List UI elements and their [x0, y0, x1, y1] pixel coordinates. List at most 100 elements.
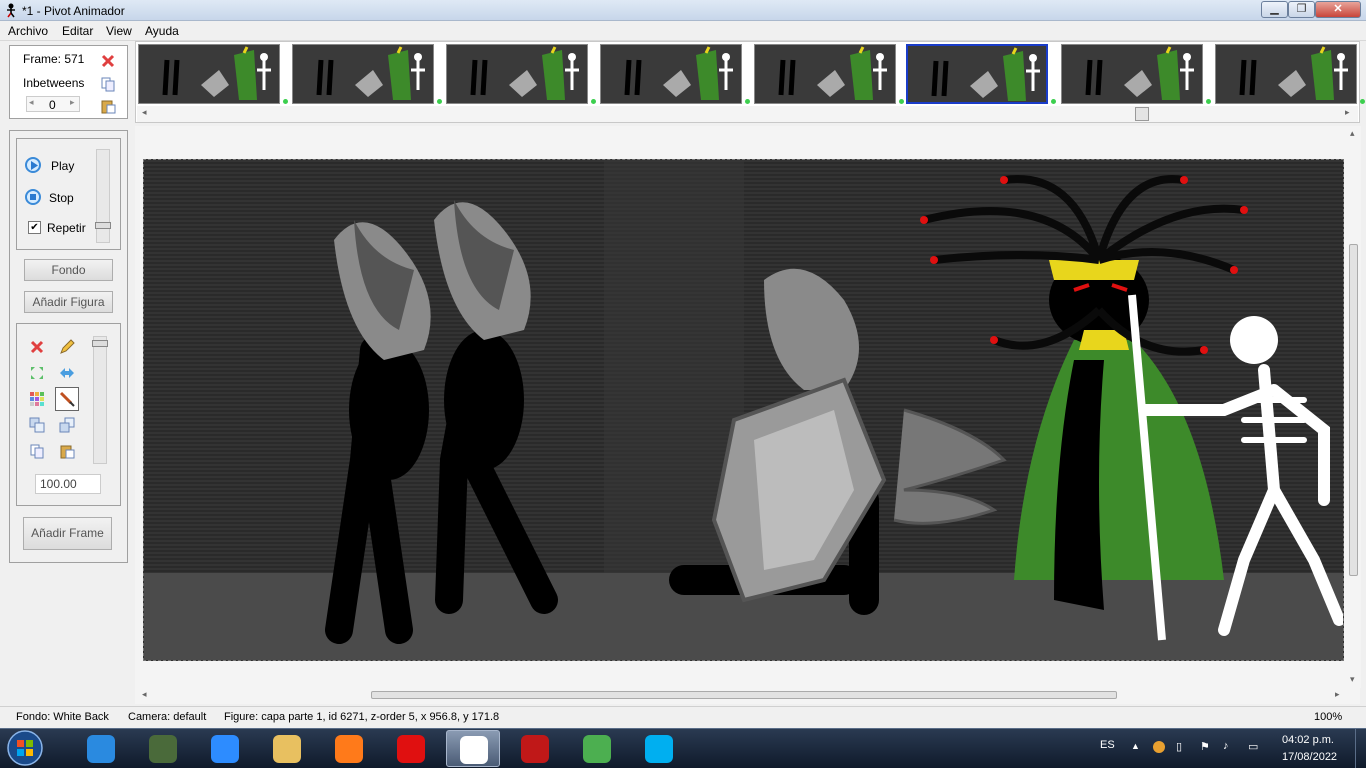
fondo-button[interactable]: Fondo [24, 259, 113, 281]
frame-thumbnail[interactable] [138, 44, 280, 104]
scroll-left-icon[interactable]: ◂ [142, 107, 147, 118]
taskbar-flash[interactable] [508, 730, 562, 767]
tray-expand-icon[interactable]: ▲ [1131, 741, 1140, 751]
frame-thumbnail[interactable] [600, 44, 742, 104]
frame-thumbnail[interactable] [1215, 44, 1357, 104]
paste-frame-icon[interactable] [100, 98, 116, 114]
add-figure-button[interactable]: Añadir Figura [24, 291, 113, 313]
opera-icon [397, 735, 425, 763]
tools-panel: 100.00 [16, 323, 121, 506]
frame-thumbnail[interactable] [906, 44, 1048, 104]
edit-pencil-icon[interactable] [59, 339, 75, 355]
taskbar-file-explorer[interactable] [260, 730, 314, 767]
canvas-vscroll-thumb[interactable] [1349, 244, 1358, 576]
taskbar-firefox[interactable] [322, 730, 376, 767]
minimize-button[interactable]: ▁ [1261, 1, 1288, 18]
filmstrip-scroll-thumb[interactable] [1135, 107, 1149, 121]
clock-time[interactable]: 04:02 p.m. [1282, 734, 1334, 746]
frame-panel: Frame: 571 Inbetweens ◂ 0 ▸ [9, 45, 128, 119]
taskbar-skype[interactable] [632, 730, 686, 767]
frame-number-label: Frame: 571 [23, 52, 85, 66]
canvas-hscroll-thumb[interactable] [371, 691, 1117, 699]
paste-figure-icon[interactable] [59, 443, 75, 459]
maximize-button[interactable]: ❐ [1288, 1, 1315, 18]
frame-key-indicator [283, 99, 288, 104]
tray-app-icon[interactable] [1153, 741, 1165, 753]
internet-explorer-icon [87, 735, 115, 763]
menu-editar[interactable]: Editar [60, 24, 95, 38]
taskbar-pivot-animator[interactable] [446, 730, 500, 767]
tray-clipboard-icon[interactable]: ▯ [1176, 740, 1182, 753]
scene [144, 160, 1343, 660]
status-figure: Figure: capa parte 1, id 6271, z-order 5… [224, 711, 500, 723]
show-desktop-button[interactable] [1355, 729, 1366, 768]
spinner-down-icon[interactable]: ◂ [29, 97, 34, 108]
frame-thumbnail[interactable] [754, 44, 896, 104]
zoom-icon [211, 735, 239, 763]
close-button[interactable]: ✕ [1315, 1, 1361, 18]
canvas-scroll-left-icon[interactable]: ◂ [142, 689, 147, 700]
speed-slider-thumb[interactable] [95, 222, 111, 229]
flag-icon[interactable]: ⚑ [1200, 740, 1210, 753]
frame-thumbnail[interactable] [446, 44, 588, 104]
figure-scale-slider[interactable] [92, 336, 108, 464]
status-zoom: 100% [1314, 711, 1343, 723]
scroll-right-icon[interactable]: ▸ [1345, 107, 1350, 118]
scale-value-field[interactable]: 100.00 [35, 474, 101, 494]
canvas-horizontal-scrollbar[interactable]: ◂ ▸ [137, 689, 1345, 703]
title-bar: *1 - Pivot Animador ▁ ❐ ✕ [0, 0, 1366, 21]
play-label[interactable]: Play [51, 159, 74, 173]
stop-label[interactable]: Stop [49, 191, 74, 205]
speed-slider[interactable] [95, 149, 111, 243]
delete-frame-icon[interactable] [100, 53, 116, 69]
frame-key-indicator [437, 99, 442, 104]
spinner-up-icon[interactable]: ▸ [70, 97, 75, 108]
inbetweens-label: Inbetweens [23, 76, 85, 90]
inbetweens-spinner[interactable]: ◂ 0 ▸ [26, 96, 80, 112]
repeat-label[interactable]: Repetir [47, 221, 86, 235]
taskbar-chrome[interactable] [570, 730, 624, 767]
menu-ayuda[interactable]: Ayuda [143, 24, 181, 38]
scale-arrows-icon[interactable] [29, 365, 45, 381]
frame-thumbnail[interactable] [292, 44, 434, 104]
canvas-scroll-down-icon[interactable]: ▾ [1350, 674, 1355, 685]
send-back-icon[interactable] [59, 417, 75, 433]
figure-scale-thumb[interactable] [92, 340, 108, 347]
canvas-vertical-scrollbar[interactable]: ▴ ▾ [1347, 126, 1361, 688]
canvas-scroll-up-icon[interactable]: ▴ [1350, 128, 1355, 139]
flip-arrow-icon[interactable] [59, 365, 75, 381]
clock-date[interactable]: 17/08/2022 [1282, 751, 1337, 763]
skype-icon [645, 735, 673, 763]
frame-key-indicator [1051, 99, 1056, 104]
copy-frame-icon[interactable] [100, 76, 116, 92]
canvas-scroll-right-icon[interactable]: ▸ [1335, 689, 1340, 700]
menu-archivo[interactable]: Archivo [6, 24, 50, 38]
add-frame-button[interactable]: Añadir Frame [23, 517, 112, 550]
start-orb-icon[interactable] [5, 729, 45, 767]
color-palette-icon[interactable] [29, 391, 45, 407]
taskbar-zoom[interactable] [198, 730, 252, 767]
filmstrip-scrollbar[interactable]: ◂ ▸ [137, 106, 1358, 122]
menu-view[interactable]: View [104, 24, 134, 38]
taskbar-opera[interactable] [384, 730, 438, 767]
pivot-app-icon [7, 3, 15, 18]
volume-icon[interactable]: ♪ [1223, 740, 1229, 752]
taskbar-internet-explorer[interactable] [74, 730, 128, 767]
repeat-checkbox[interactable]: ✔ [28, 221, 41, 234]
stop-radio[interactable] [25, 189, 41, 205]
frame-key-indicator [745, 99, 750, 104]
language-indicator[interactable]: ES [1100, 739, 1115, 751]
play-radio[interactable] [25, 157, 41, 173]
brush-tool-button[interactable] [55, 387, 79, 411]
animation-canvas[interactable] [143, 159, 1344, 661]
bring-front-icon[interactable] [29, 417, 45, 433]
playback-panel: Play Stop ✔ Repetir [16, 138, 121, 250]
frame-key-indicator [899, 99, 904, 104]
copy-figure-icon[interactable] [29, 443, 45, 459]
status-camera: Camera: default [128, 711, 207, 723]
frame-thumbnail[interactable] [1061, 44, 1203, 104]
delete-figure-icon[interactable] [29, 339, 45, 355]
stop-icon [30, 194, 36, 200]
taskbar-minecraft[interactable] [136, 730, 190, 767]
network-icon[interactable]: ▭ [1248, 740, 1258, 753]
